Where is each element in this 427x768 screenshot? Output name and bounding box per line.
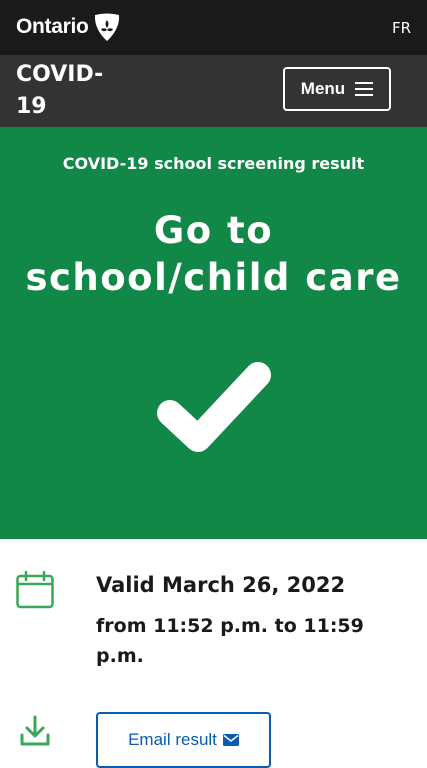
screening-result-panel: COVID-19 school screening result Go to s… — [0, 127, 427, 539]
result-label: COVID-19 school screening result — [62, 154, 365, 173]
download-icon — [20, 715, 50, 746]
menu-button[interactable]: Menu — [283, 67, 391, 111]
trillium-icon — [94, 13, 119, 41]
calendar-icon — [16, 571, 54, 609]
hamburger-icon — [355, 82, 374, 96]
result-headline: Go to school/child care — [0, 207, 427, 301]
valid-time-range: from 11:52 p.m. to 11:59 p.m. — [96, 615, 364, 667]
email-result-label: Email result — [128, 730, 217, 749]
site-title[interactable]: COVID-19 — [16, 59, 116, 123]
envelope-icon — [222, 734, 239, 746]
ontario-logo[interactable]: Ontario — [16, 12, 121, 42]
result-headline-line1: Go to — [153, 209, 274, 252]
top-bar: Ontario FR — [0, 0, 427, 55]
result-headline-line2: school/child care — [25, 256, 402, 299]
menu-label: Menu — [300, 79, 346, 98]
language-toggle-link[interactable]: FR — [392, 19, 411, 37]
site-header: COVID-19 Menu — [0, 55, 427, 127]
checkmark-icon — [157, 362, 271, 452]
logo-text: Ontario — [16, 15, 89, 38]
valid-date: Valid March 26, 2022 — [96, 573, 346, 597]
